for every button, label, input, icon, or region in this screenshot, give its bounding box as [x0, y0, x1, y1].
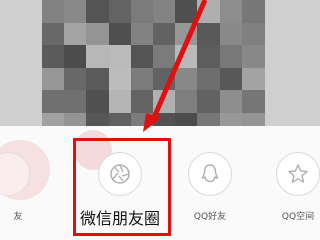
annotation-arrow [143, 0, 208, 132]
